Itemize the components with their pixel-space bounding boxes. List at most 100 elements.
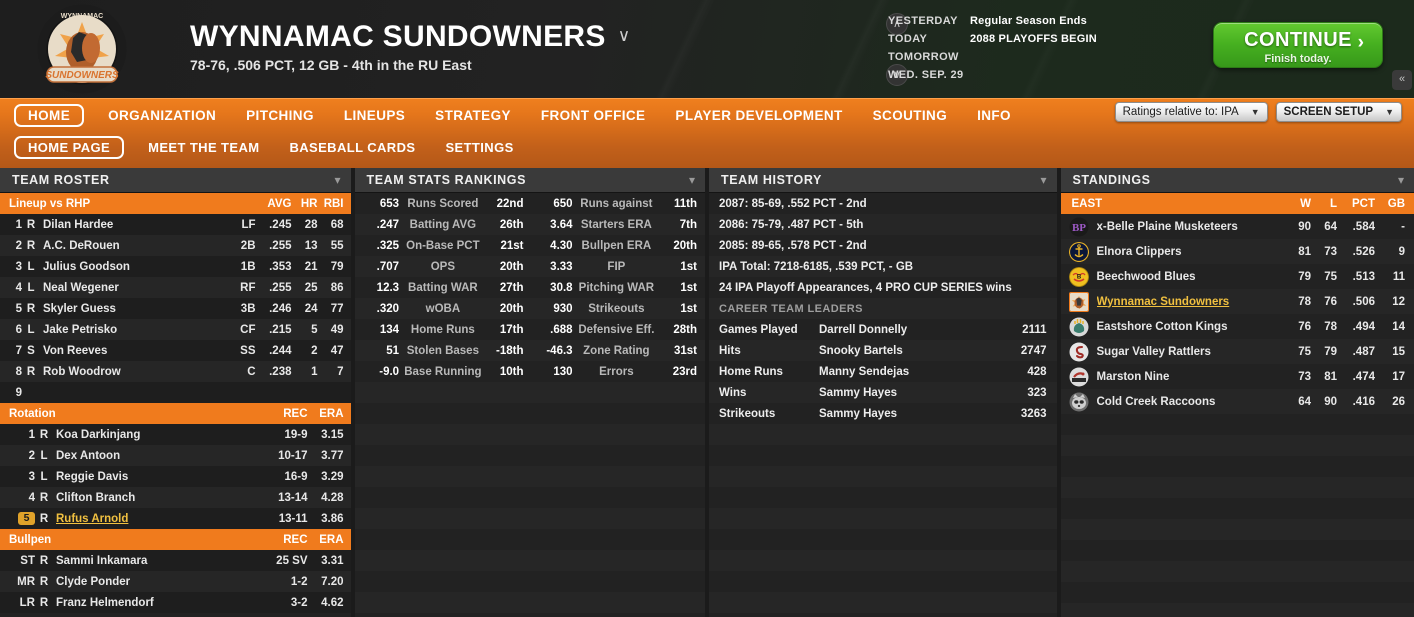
team-name[interactable]: x-Belle Plaine Musketeers	[1097, 221, 1286, 233]
lineup-row[interactable]: 6 L Jake Petrisko CF .215 5 49	[0, 319, 351, 340]
standings-row[interactable]: B Beechwood Blues 79 75 .513 11	[1061, 264, 1414, 289]
nav-front-office[interactable]: FRONT OFFICE	[537, 106, 650, 125]
leader-row[interactable]: Wins Sammy Hayes 323	[709, 382, 1057, 403]
rotation-row[interactable]: 4 R Clifton Branch 13-14 4.28	[0, 487, 351, 508]
chevron-down-icon[interactable]: ∨	[618, 26, 631, 46]
date-row[interactable]: YESTERDAY Regular Season Ends	[888, 12, 1188, 30]
lineup-row[interactable]: 9	[0, 382, 351, 403]
lineup-row[interactable]: 4 L Neal Wegener RF .255 25 86	[0, 277, 351, 298]
nav-info[interactable]: INFO	[973, 106, 1015, 125]
standings-row[interactable]: Marston Nine 73 81 .474 17	[1061, 364, 1414, 389]
losses: 90	[1324, 395, 1337, 408]
standings-row-self[interactable]: Wynnamac Sundowners 78 76 .506 12	[1060, 289, 1414, 314]
avg: .353	[269, 260, 292, 273]
player-name[interactable]: Dex Antoon	[53, 450, 262, 462]
team-name[interactable]: Marston Nine	[1097, 371, 1286, 383]
chevron-down-icon[interactable]: ▾	[1040, 173, 1046, 187]
player-name[interactable]: Koa Darkinjang	[53, 429, 262, 441]
player-name[interactable]: Dilan Hardee	[40, 219, 230, 231]
losses: 78	[1324, 320, 1337, 333]
standings-header[interactable]: STANDINGS ▾	[1060, 168, 1414, 193]
bullpen-row[interactable]: LR R Franz Helmendorf 3-2 4.62	[0, 592, 351, 613]
player-name[interactable]: Rufus Arnold	[53, 513, 262, 525]
nav-lineups[interactable]: LINEUPS	[340, 106, 409, 125]
bullpen-row[interactable]: ST R Sammi Inkamara 25 SV 3.31	[0, 550, 351, 571]
ratings-relative-select[interactable]: Ratings relative to: IPA ▼	[1114, 102, 1268, 122]
collapse-panel-button[interactable]: «	[1392, 70, 1412, 90]
nav-player-development[interactable]: PLAYER DEVELOPMENT	[671, 106, 846, 125]
player-name[interactable]: Rob Woodrow	[40, 366, 230, 378]
lineup-row[interactable]: 2 R A.C. DeRouen 2B .255 13 55	[0, 235, 351, 256]
team-name[interactable]: Elnora Clippers	[1097, 246, 1286, 258]
rotation-row[interactable]: 3 L Reggie Davis 16-9 3.29	[0, 466, 351, 487]
team-roster-body: Lineup vs RHP AVG HR RBI 1 R Dilan Harde…	[0, 193, 351, 617]
leader-row[interactable]: Strikeouts Sammy Hayes 3263	[709, 403, 1057, 424]
date-row[interactable]: TOMORROW	[888, 48, 1188, 66]
leader-name[interactable]: Darrell Donnelly	[819, 324, 987, 336]
screen-setup-select[interactable]: SCREEN SETUP ▼	[1275, 102, 1402, 122]
team-name[interactable]: Eastshore Cotton Kings	[1097, 321, 1286, 333]
team-history-header[interactable]: TEAM HISTORY ▾	[709, 168, 1057, 193]
standings-row[interactable]: Elnora Clippers 81 73 .526 9	[1060, 239, 1414, 264]
leader-row[interactable]: Hits Snooky Bartels 2747	[709, 340, 1057, 361]
player-name[interactable]: Julius Goodson	[40, 261, 230, 273]
nav-scouting[interactable]: SCOUTING	[869, 106, 951, 125]
player-name[interactable]: Clifton Branch	[53, 492, 262, 504]
player-name[interactable]: Von Reeves	[40, 345, 230, 357]
subnav-meet-the-team[interactable]: MEET THE TEAM	[144, 138, 263, 157]
team-roster-header[interactable]: TEAM ROSTER ▾	[0, 168, 351, 193]
team-name[interactable]: Cold Creek Raccoons	[1097, 396, 1286, 408]
nav-pitching[interactable]: PITCHING	[242, 106, 318, 125]
nav-strategy[interactable]: STRATEGY	[431, 106, 515, 125]
lineup-row[interactable]: 5 R Skyler Guess 3B .246 24 77	[0, 298, 351, 319]
page-title[interactable]: WYNNAMAC SUNDOWNERS ∨	[190, 20, 630, 54]
rotation-row[interactable]: 2 L Dex Antoon 10-17 3.77	[0, 445, 351, 466]
player-name[interactable]: Franz Helmendorf	[53, 597, 262, 609]
leader-name[interactable]: Manny Sendejas	[819, 366, 987, 378]
rotation-row-today[interactable]: 5 R Rufus Arnold 13-11 3.86	[0, 508, 351, 529]
player-name[interactable]: Sammi Inkamara	[53, 555, 262, 567]
chevron-down-icon[interactable]: ▾	[334, 173, 340, 187]
standings-row[interactable]: Cold Creek Raccoons 64 90 .416 26	[1060, 389, 1414, 414]
standings-row[interactable]: Sugar Valley Rattlers 75 79 .487 15	[1060, 339, 1414, 364]
team-name[interactable]: Wynnamac Sundowners	[1097, 296, 1286, 308]
bullpen-row[interactable]: MR R Clyde Ponder 1-2 7.20	[0, 571, 351, 592]
player-name[interactable]: Reggie Davis	[53, 471, 262, 483]
player-name[interactable]: Skyler Guess	[40, 303, 230, 315]
date-row[interactable]: TODAY 2088 PLAYOFFS BEGIN	[888, 30, 1188, 48]
subnav-settings[interactable]: SETTINGS	[441, 138, 517, 157]
team-name[interactable]: Beechwood Blues	[1097, 271, 1286, 283]
wins: 79	[1298, 270, 1311, 283]
player-name[interactable]: A.C. DeRouen	[40, 240, 230, 252]
nav-organization[interactable]: ORGANIZATION	[104, 106, 220, 125]
leader-name[interactable]: Snooky Bartels	[819, 345, 987, 357]
team-logo[interactable]: WYNNAMAC SUNDOWNERS	[35, 4, 129, 96]
subnav-home-page[interactable]: HOME PAGE	[14, 135, 125, 159]
standings-row[interactable]: Eastshore Cotton Kings 76 78 .494 14	[1061, 314, 1414, 339]
era: 7.20	[321, 575, 344, 588]
chevron-down-icon[interactable]: ▾	[1398, 173, 1404, 187]
continue-button[interactable]: CONTINUE › Finish today.	[1213, 22, 1383, 68]
standings-row[interactable]: BP x-Belle Plaine Musketeers 90 64 .584 …	[1061, 214, 1414, 239]
subnav-baseball-cards[interactable]: BASEBALL CARDS	[285, 138, 419, 157]
lineup-row[interactable]: 8 R Rob Woodrow C .238 1 7	[0, 361, 351, 382]
leader-value: 428	[1027, 365, 1047, 378]
player-name[interactable]: Jake Petrisko	[40, 324, 230, 336]
team-stats-header[interactable]: TEAM STATS RANKINGS ▾	[354, 168, 705, 193]
lineup-row[interactable]: 3 L Julius Goodson 1B .353 21 79	[0, 256, 351, 277]
nav-home[interactable]: HOME	[14, 103, 85, 127]
leader-row[interactable]: Games Played Darrell Donnelly 2111	[709, 319, 1057, 340]
stat-label-left: wOBA	[425, 302, 461, 315]
date-row[interactable]: WED. SEP. 29	[888, 66, 1188, 84]
chevron-down-icon[interactable]: ▾	[689, 173, 695, 187]
lineup-row[interactable]: 7 S Von Reeves SS .244 2 47	[0, 340, 351, 361]
stat-label-left: Stolen Bases	[406, 344, 479, 357]
leader-name[interactable]: Sammy Hayes	[819, 408, 987, 420]
team-name[interactable]: Sugar Valley Rattlers	[1097, 346, 1286, 358]
lineup-row[interactable]: 1 R Dilan Hardee LF .245 28 68	[0, 214, 351, 235]
leader-name[interactable]: Sammy Hayes	[819, 387, 987, 399]
rotation-row[interactable]: 1 R Koa Darkinjang 19-9 3.15	[0, 424, 351, 445]
player-name[interactable]: Neal Wegener	[40, 282, 230, 294]
leader-row[interactable]: Home Runs Manny Sendejas 428	[709, 361, 1057, 382]
player-name[interactable]: Clyde Ponder	[53, 576, 262, 588]
